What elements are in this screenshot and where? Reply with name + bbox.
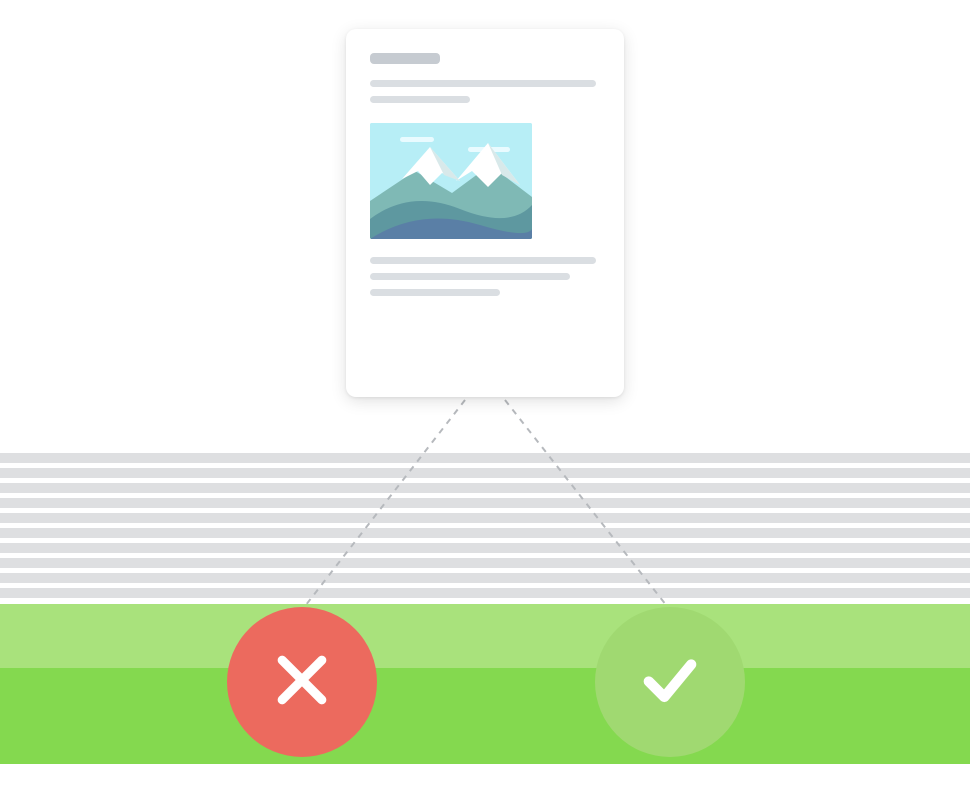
green-band-main <box>0 668 970 764</box>
doc-line-placeholder <box>370 257 596 264</box>
doc-image-thumbnail <box>370 123 532 239</box>
green-band-top <box>0 604 970 668</box>
doc-line-placeholder <box>370 289 500 296</box>
reject-outcome <box>227 607 377 757</box>
document-card <box>346 29 624 397</box>
diagram-stage <box>0 0 970 800</box>
doc-line-placeholder <box>370 80 596 87</box>
doc-title-placeholder <box>370 53 440 64</box>
doc-line-placeholder <box>370 96 470 103</box>
check-icon <box>636 646 704 719</box>
accept-outcome <box>595 607 745 757</box>
doc-line-placeholder <box>370 273 570 280</box>
x-icon <box>268 646 336 719</box>
